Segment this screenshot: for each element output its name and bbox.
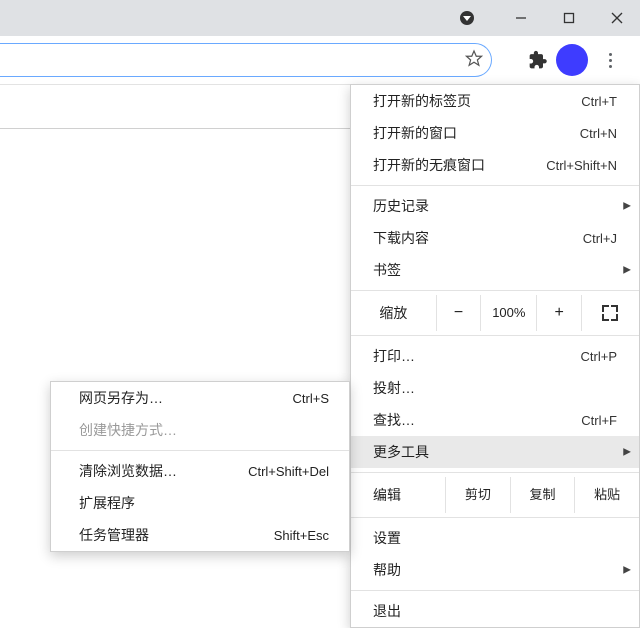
menu-separator bbox=[351, 590, 639, 591]
zoom-label: 缩放 bbox=[351, 303, 436, 323]
zoom-out-button[interactable]: − bbox=[436, 295, 480, 331]
fullscreen-button[interactable] bbox=[581, 295, 639, 331]
menu-label: 书签 bbox=[373, 260, 617, 280]
menu-new-window[interactable]: 打开新的窗口 Ctrl+N bbox=[351, 117, 639, 149]
more-tools-submenu: 网页另存为… Ctrl+S 创建快捷方式… 清除浏览数据… Ctrl+Shift… bbox=[50, 381, 350, 552]
submenu-extensions[interactable]: 扩展程序 bbox=[51, 487, 349, 519]
menu-separator bbox=[351, 472, 639, 473]
menu-separator bbox=[351, 185, 639, 186]
submenu-arrow-icon: ▶ bbox=[623, 565, 631, 576]
edit-cut-button[interactable]: 剪切 bbox=[445, 477, 510, 513]
address-bar[interactable] bbox=[0, 43, 492, 77]
page-divider bbox=[0, 128, 350, 129]
menu-label: 打印… bbox=[373, 346, 581, 366]
submenu-accel: Ctrl+S bbox=[293, 391, 329, 406]
menu-downloads[interactable]: 下载内容 Ctrl+J bbox=[351, 222, 639, 254]
menu-accel: Ctrl+J bbox=[583, 231, 617, 246]
submenu-arrow-icon: ▶ bbox=[623, 265, 631, 276]
tab-audio-icon[interactable] bbox=[444, 0, 490, 36]
chrome-main-menu: 打开新的标签页 Ctrl+T 打开新的窗口 Ctrl+N 打开新的无痕窗口 Ct… bbox=[350, 84, 640, 628]
submenu-label: 清除浏览数据… bbox=[79, 461, 248, 481]
menu-label: 设置 bbox=[373, 528, 617, 548]
submenu-save-page-as[interactable]: 网页另存为… Ctrl+S bbox=[51, 382, 349, 414]
menu-label: 投射… bbox=[373, 378, 617, 398]
menu-label: 打开新的无痕窗口 bbox=[373, 155, 546, 175]
submenu-clear-browsing-data[interactable]: 清除浏览数据… Ctrl+Shift+Del bbox=[51, 455, 349, 487]
menu-accel: Ctrl+P bbox=[581, 349, 617, 364]
menu-accel: Ctrl+Shift+N bbox=[546, 158, 617, 173]
menu-separator bbox=[351, 335, 639, 336]
menu-help[interactable]: 帮助 ▶ bbox=[351, 554, 639, 586]
toolbar bbox=[0, 36, 640, 85]
menu-edit-row: 编辑 剪切 复制 粘贴 bbox=[351, 477, 639, 513]
menu-accel: Ctrl+F bbox=[581, 413, 617, 428]
window-close-button[interactable] bbox=[594, 0, 640, 36]
menu-label: 打开新的标签页 bbox=[373, 91, 581, 111]
bookmark-star-icon[interactable] bbox=[465, 50, 483, 71]
edit-label: 编辑 bbox=[351, 485, 445, 505]
menu-separator bbox=[351, 290, 639, 291]
menu-label: 历史记录 bbox=[373, 196, 617, 216]
menu-label: 帮助 bbox=[373, 560, 617, 580]
titlebar bbox=[0, 0, 640, 36]
menu-label: 下载内容 bbox=[373, 228, 583, 248]
menu-bookmarks[interactable]: 书签 ▶ bbox=[351, 254, 639, 286]
menu-print[interactable]: 打印… Ctrl+P bbox=[351, 340, 639, 372]
submenu-separator bbox=[51, 450, 349, 451]
window-maximize-button[interactable] bbox=[546, 0, 592, 36]
edit-copy-button[interactable]: 复制 bbox=[510, 477, 575, 513]
submenu-label: 创建快捷方式… bbox=[79, 420, 329, 440]
submenu-label: 任务管理器 bbox=[79, 525, 274, 545]
zoom-in-button[interactable]: + bbox=[536, 295, 580, 331]
menu-more-tools[interactable]: 更多工具 ▶ bbox=[351, 436, 639, 468]
menu-new-incognito[interactable]: 打开新的无痕窗口 Ctrl+Shift+N bbox=[351, 149, 639, 181]
submenu-label: 网页另存为… bbox=[79, 388, 293, 408]
profile-avatar[interactable] bbox=[556, 44, 588, 76]
menu-new-tab[interactable]: 打开新的标签页 Ctrl+T bbox=[351, 85, 639, 117]
fullscreen-icon bbox=[602, 305, 618, 321]
chrome-menu-button[interactable] bbox=[594, 44, 626, 76]
extensions-icon[interactable] bbox=[528, 50, 548, 73]
submenu-accel: Shift+Esc bbox=[274, 528, 329, 543]
menu-label: 更多工具 bbox=[373, 442, 617, 462]
menu-history[interactable]: 历史记录 ▶ bbox=[351, 190, 639, 222]
menu-find[interactable]: 查找… Ctrl+F bbox=[351, 404, 639, 436]
submenu-task-manager[interactable]: 任务管理器 Shift+Esc bbox=[51, 519, 349, 551]
menu-cast[interactable]: 投射… bbox=[351, 372, 639, 404]
menu-settings[interactable]: 设置 bbox=[351, 522, 639, 554]
menu-exit[interactable]: 退出 bbox=[351, 595, 639, 627]
submenu-arrow-icon: ▶ bbox=[623, 201, 631, 212]
submenu-accel: Ctrl+Shift+Del bbox=[248, 464, 329, 479]
zoom-value: 100% bbox=[480, 295, 536, 331]
submenu-label: 扩展程序 bbox=[79, 493, 329, 513]
edit-paste-button[interactable]: 粘贴 bbox=[574, 477, 639, 513]
menu-label: 查找… bbox=[373, 410, 581, 430]
submenu-arrow-icon: ▶ bbox=[623, 447, 631, 458]
menu-label: 退出 bbox=[373, 601, 617, 621]
menu-separator bbox=[351, 517, 639, 518]
submenu-create-shortcut: 创建快捷方式… bbox=[51, 414, 349, 446]
window-minimize-button[interactable] bbox=[498, 0, 544, 36]
menu-accel: Ctrl+N bbox=[580, 126, 617, 141]
menu-accel: Ctrl+T bbox=[581, 94, 617, 109]
menu-label: 打开新的窗口 bbox=[373, 123, 580, 143]
menu-zoom-row: 缩放 − 100% + bbox=[351, 295, 639, 331]
